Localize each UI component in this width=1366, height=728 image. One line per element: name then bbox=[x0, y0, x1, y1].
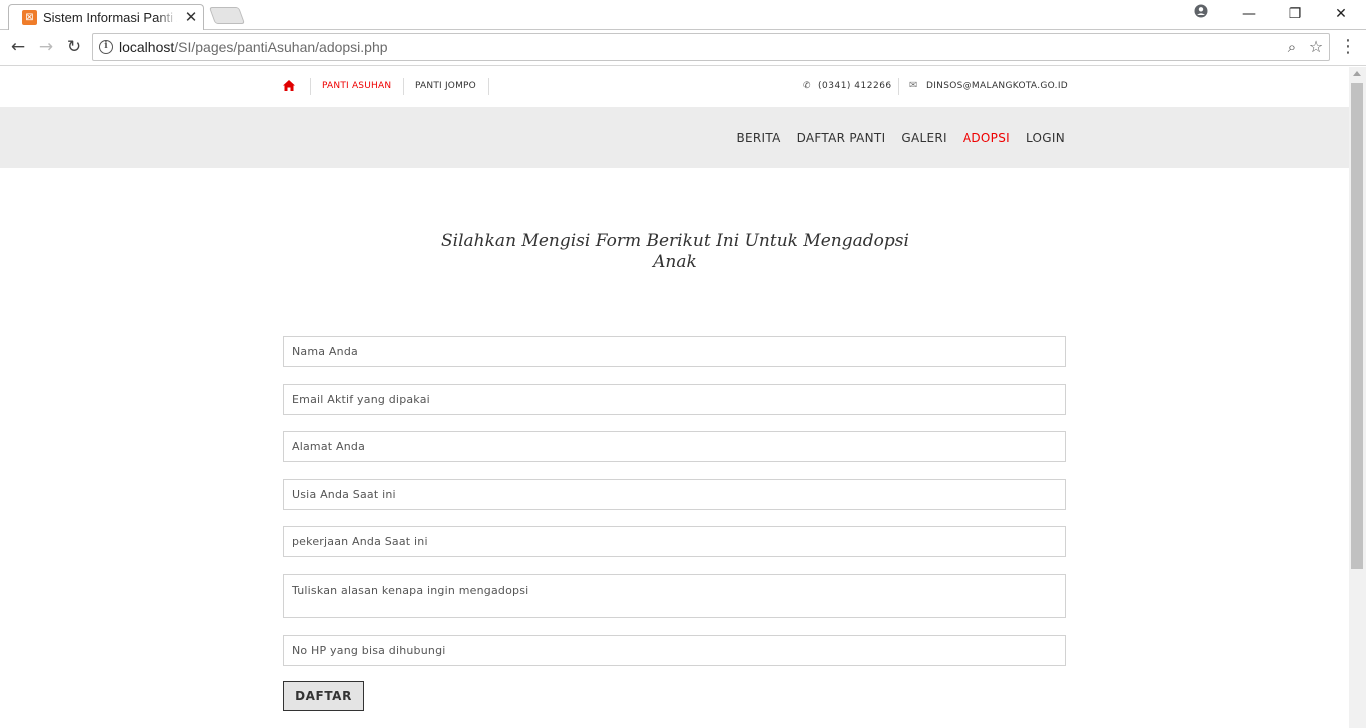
scroll-thumb[interactable] bbox=[1351, 83, 1363, 569]
nav-item-galeri[interactable]: GALERI bbox=[901, 131, 946, 145]
phone-number: (0341) 412266 bbox=[818, 81, 892, 91]
nav-item-login[interactable]: LOGIN bbox=[1026, 131, 1065, 145]
browser-tabstrip: ⊠ Sistem Informasi Panti Asuhan ✕ — ❐ ✕ bbox=[0, 0, 1366, 30]
divider bbox=[488, 78, 489, 95]
daftar-button[interactable]: DAFTAR bbox=[283, 681, 364, 711]
browser-toolbar: ← → ↻ i localhost/SI/pages/pantiAsuhan/a… bbox=[0, 30, 1366, 66]
page-title-line2: Anak bbox=[653, 252, 697, 272]
page-title-line1: Silahkan Mengisi Form Berikut Ini Untuk … bbox=[441, 231, 909, 251]
browser-tab[interactable]: ⊠ Sistem Informasi Panti Asuhan ✕ bbox=[8, 4, 204, 30]
age-field[interactable]: Usia Anda Saat ini bbox=[283, 479, 1066, 510]
browser-menu-icon[interactable]: ⋮ bbox=[1338, 35, 1358, 61]
top-info-bar: PANTI ASUHAN PANTI JOMPO ✆ (0341) 412266… bbox=[283, 76, 1068, 98]
phone-icon: ✆ bbox=[803, 81, 811, 91]
nav-item-daftar-panti[interactable]: DAFTAR PANTI bbox=[797, 131, 886, 145]
minimize-icon[interactable]: — bbox=[1226, 0, 1272, 28]
window-close-icon[interactable]: ✕ bbox=[1318, 0, 1364, 28]
nav-menu: BERITA DAFTAR PANTI GALERI ADOPSI LOGIN bbox=[736, 131, 1065, 145]
email-field[interactable]: Email Aktif yang dipakai bbox=[283, 384, 1066, 415]
occupation-field[interactable]: pekerjaan Anda Saat ini bbox=[283, 526, 1066, 557]
address-bar[interactable]: i localhost/SI/pages/pantiAsuhan/adopsi.… bbox=[92, 33, 1330, 61]
zoom-icon[interactable]: ⌕ bbox=[1282, 37, 1302, 57]
url-text[interactable]: localhost/SI/pages/pantiAsuhan/adopsi.ph… bbox=[119, 39, 388, 55]
restore-icon[interactable]: ❐ bbox=[1272, 0, 1318, 28]
page-viewport: PANTI ASUHAN PANTI JOMPO ✆ (0341) 412266… bbox=[0, 67, 1349, 728]
account-icon[interactable] bbox=[1178, 0, 1224, 28]
email-address[interactable]: DINSOS@MALANGKOTA.GO.ID bbox=[926, 81, 1068, 91]
forward-arrow-icon[interactable]: → bbox=[33, 34, 59, 60]
main-navbar: BERITA DAFTAR PANTI GALERI ADOPSI LOGIN bbox=[0, 107, 1349, 168]
new-tab-button[interactable] bbox=[208, 7, 246, 24]
reason-textarea[interactable]: Tuliskan alasan kenapa ingin mengadopsi bbox=[283, 574, 1066, 618]
bookmark-star-icon[interactable]: ☆ bbox=[1306, 37, 1326, 57]
close-tab-icon[interactable]: ✕ bbox=[182, 8, 200, 26]
home-icon[interactable] bbox=[283, 80, 295, 93]
tab-title: Sistem Informasi Panti Asuhan bbox=[43, 10, 177, 25]
info-icon[interactable]: i bbox=[99, 40, 113, 54]
phone-field[interactable]: No HP yang bisa dihubungi bbox=[283, 635, 1066, 666]
divider bbox=[898, 78, 899, 95]
top-link-panti-asuhan[interactable]: PANTI ASUHAN bbox=[322, 81, 391, 91]
divider bbox=[310, 78, 311, 95]
scroll-up-arrow-icon[interactable] bbox=[1353, 71, 1361, 76]
page-scrollbar[interactable] bbox=[1349, 67, 1366, 728]
nav-item-adopsi[interactable]: ADOPSI bbox=[963, 131, 1010, 145]
back-arrow-icon[interactable]: ← bbox=[5, 34, 31, 60]
top-link-panti-jompo[interactable]: PANTI JOMPO bbox=[415, 81, 476, 91]
reload-icon[interactable]: ↻ bbox=[61, 34, 87, 60]
name-field[interactable]: Nama Anda bbox=[283, 336, 1066, 367]
envelope-icon: ✉ bbox=[909, 80, 918, 91]
nav-item-berita[interactable]: BERITA bbox=[736, 131, 780, 145]
divider bbox=[403, 78, 404, 95]
address-field[interactable]: Alamat Anda bbox=[283, 431, 1066, 462]
page-title: Silahkan Mengisi Form Berikut Ini Untuk … bbox=[440, 231, 910, 273]
xampp-icon: ⊠ bbox=[22, 10, 37, 25]
